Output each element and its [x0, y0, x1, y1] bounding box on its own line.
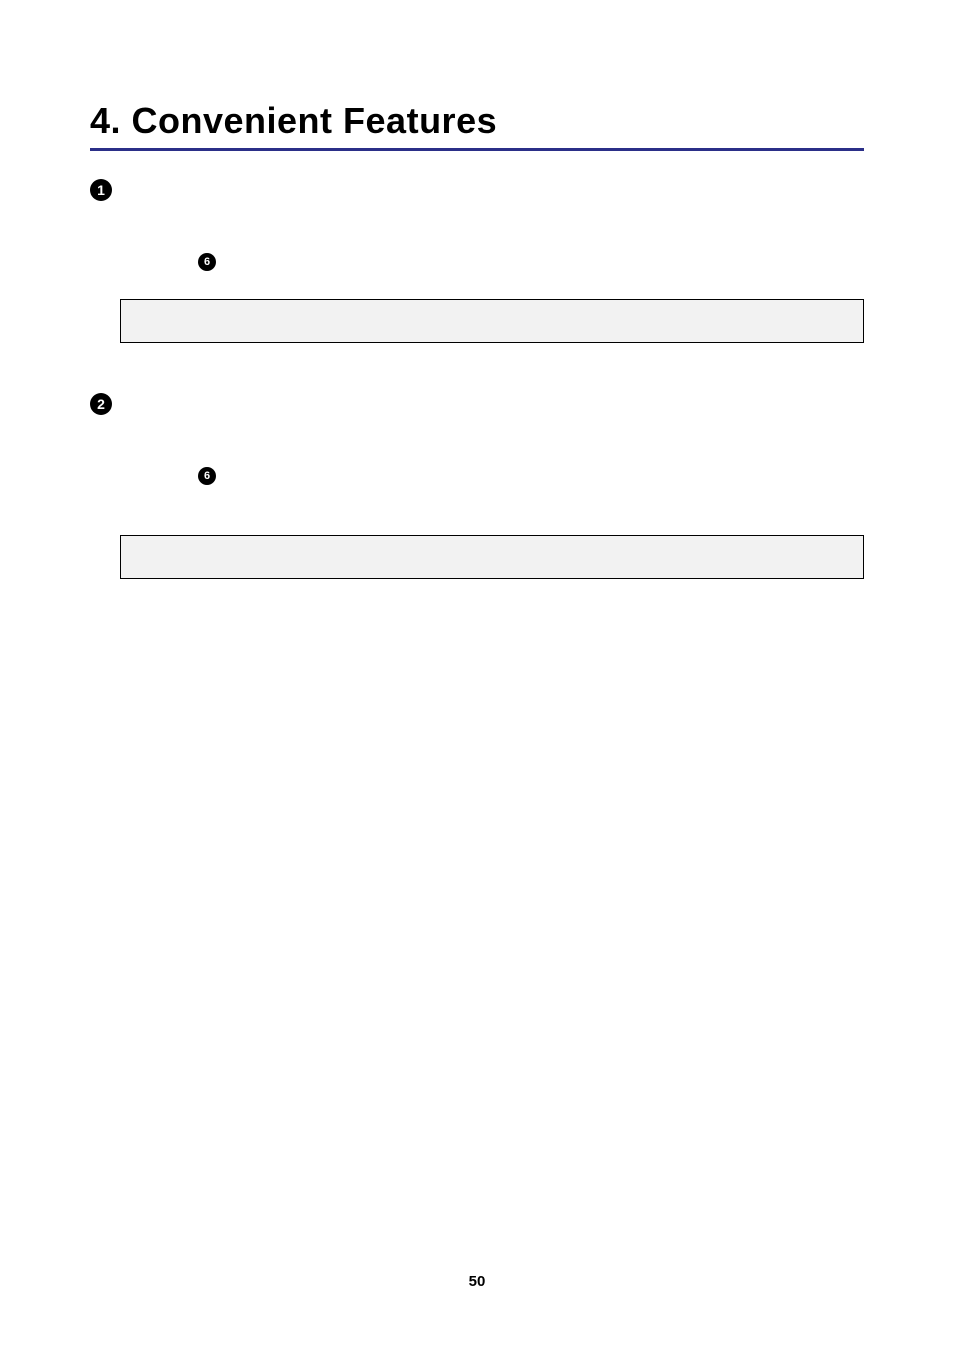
section-2-head: 2	[90, 393, 864, 415]
ref-number-icon: 6	[198, 253, 216, 271]
section-1-para	[90, 215, 864, 231]
section-2-ref: 6	[90, 467, 864, 485]
chapter-title: 4. Convenient Features	[90, 100, 864, 142]
section-1-ref: 6	[90, 253, 864, 271]
page-number: 50	[0, 1273, 954, 1290]
section-2-note-bar	[120, 535, 864, 579]
ref-number-icon: 6	[198, 467, 216, 485]
section-number-1-icon: 1	[90, 179, 112, 201]
section-2: 2 6	[90, 393, 864, 579]
section-1-body: 6	[90, 215, 864, 343]
section-1-note-bar	[120, 299, 864, 343]
section-1-head: 1	[90, 179, 864, 201]
section-1: 1 6	[90, 179, 864, 343]
section-number-2-icon: 2	[90, 393, 112, 415]
page: 4. Convenient Features 1 6 2 6	[0, 0, 954, 1348]
spacer	[90, 485, 864, 507]
section-2-body: 6	[90, 429, 864, 579]
chapter-rule	[90, 148, 864, 151]
section-2-para	[90, 429, 864, 445]
spacer	[90, 343, 864, 365]
